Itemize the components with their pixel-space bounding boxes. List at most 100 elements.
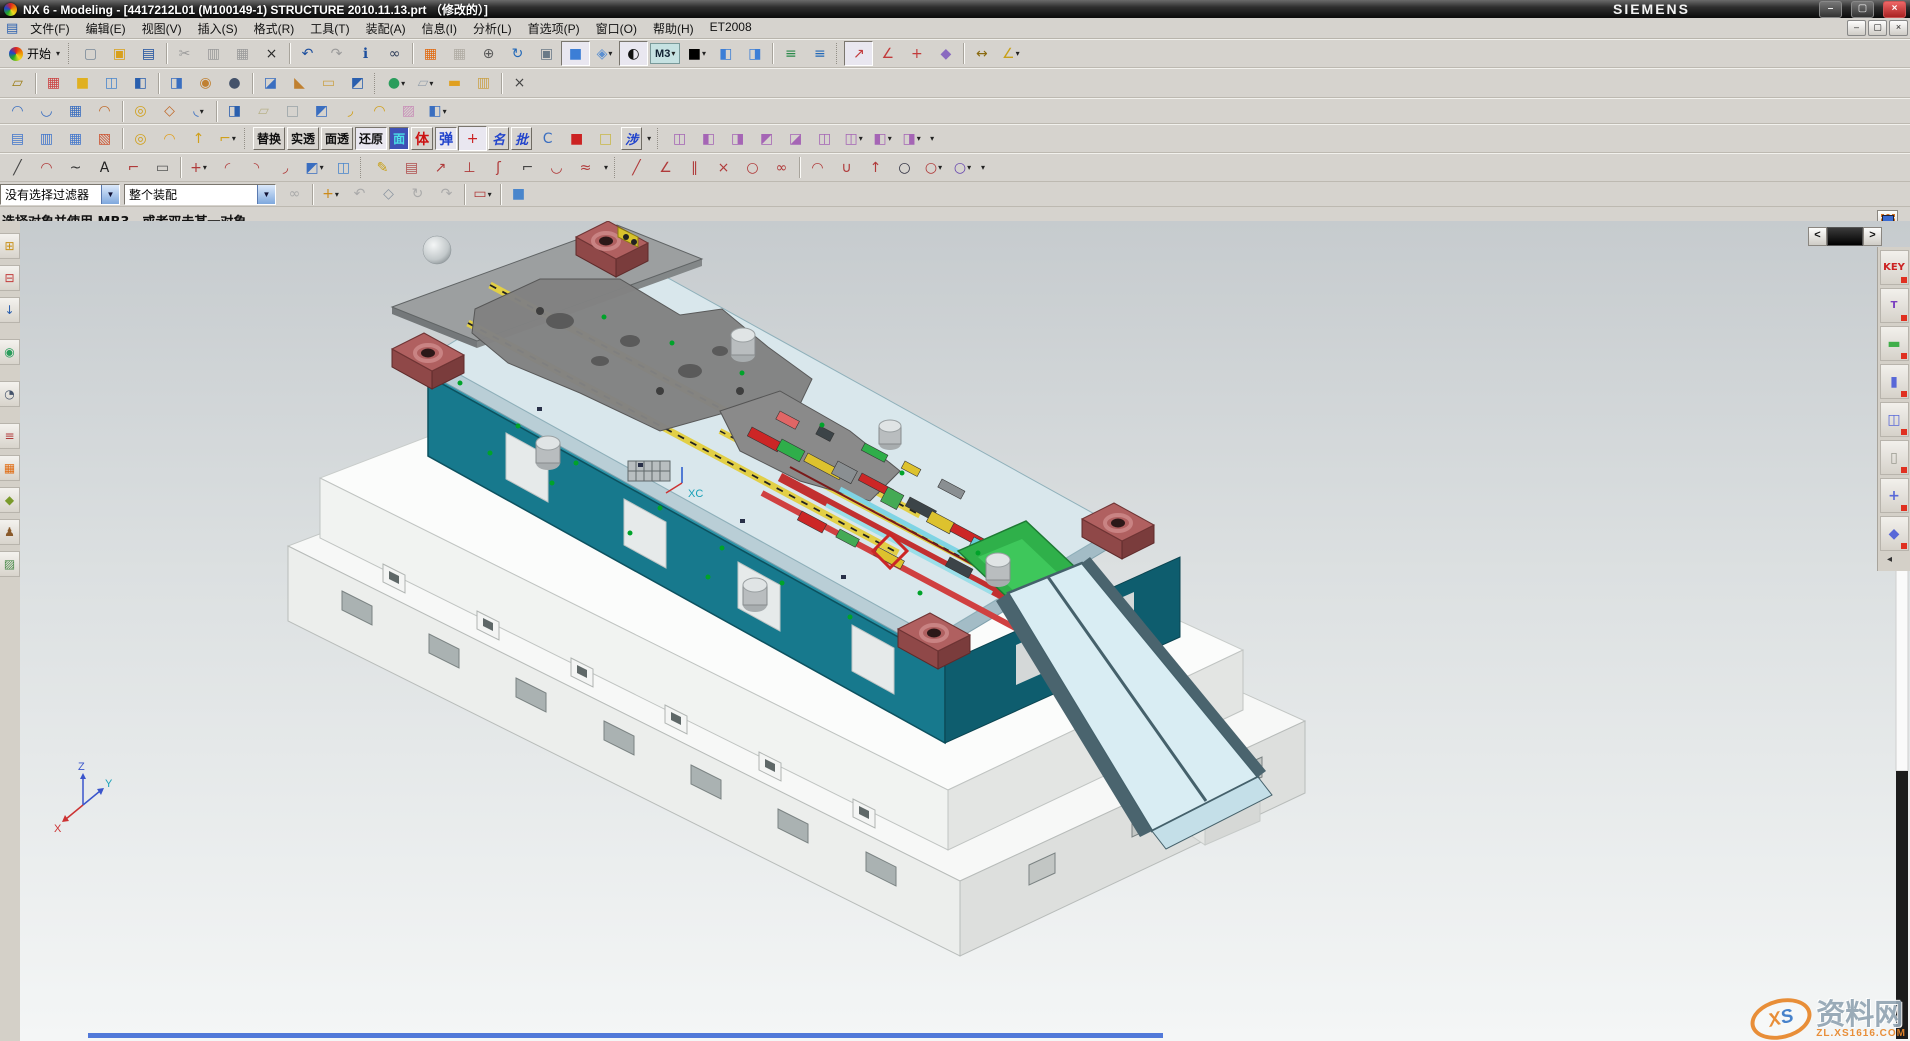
chevron-down-icon[interactable]: ▾: [938, 163, 942, 172]
cross-line-button[interactable]: ×: [709, 155, 738, 180]
chevron-down-icon[interactable]: ▾: [608, 49, 612, 58]
four-point-surface-button[interactable]: ▤: [3, 126, 32, 151]
collapse-palette-button[interactable]: ◂: [1887, 554, 1901, 568]
palettes-tab[interactable]: ≡: [0, 423, 20, 449]
visualization-tab[interactable]: ◆: [0, 487, 20, 513]
through-curve-mesh-button[interactable]: ▦: [61, 99, 90, 124]
arc-segment-button[interactable]: ◠: [803, 155, 832, 180]
cad-viewport-svg[interactable]: XC Z Y X: [20, 221, 1910, 1041]
offset-surface-button[interactable]: ◟▾: [184, 99, 213, 124]
paste-button[interactable]: ▦: [228, 41, 257, 66]
shaded-view-button[interactable]: ■: [561, 41, 590, 66]
bend-sheet-button[interactable]: ◠: [155, 126, 184, 151]
show-only-button[interactable]: ◨: [740, 41, 769, 66]
punch-part-button[interactable]: ▯: [1880, 440, 1909, 475]
green-part-button[interactable]: ▬: [1880, 326, 1909, 361]
chevron-down-icon[interactable]: ▾: [429, 79, 433, 88]
pan-view-button[interactable]: ↷: [432, 182, 461, 207]
standard-views-button[interactable]: ▦: [416, 41, 445, 66]
assembly-navigator-tab[interactable]: ⊞: [0, 233, 20, 259]
select-component-button[interactable]: ◨: [723, 126, 752, 151]
through-curves-button[interactable]: ◡: [32, 99, 61, 124]
screw-part-button[interactable]: +: [1880, 478, 1909, 513]
find-component-button[interactable]: ∞: [380, 41, 409, 66]
block-part-button[interactable]: ◆: [1880, 516, 1909, 551]
delete-component-button[interactable]: ◫▾: [839, 126, 868, 151]
corner-curve-button[interactable]: ⌐: [513, 155, 542, 180]
chevron-down-icon[interactable]: ▾: [232, 134, 236, 143]
chevron-down-icon[interactable]: ▾: [1016, 49, 1020, 58]
chevron-down-icon[interactable]: ▼: [101, 185, 119, 204]
text-curve-button[interactable]: A: [90, 155, 119, 180]
replace-component-button[interactable]: ◩: [752, 126, 781, 151]
rendering-style-button[interactable]: ◐: [619, 41, 648, 66]
menu-item-1[interactable]: 文件(F): [22, 19, 77, 38]
t-post-tool-button[interactable]: T: [1880, 288, 1909, 323]
menu-item-8[interactable]: 信息(I): [414, 19, 465, 38]
instance-geometry-button[interactable]: ×: [505, 71, 534, 96]
name-tool-button[interactable]: 名: [488, 127, 509, 150]
vent-grid[interactable]: [628, 461, 670, 481]
untrim-button[interactable]: ▱: [249, 99, 278, 124]
chevron-down-icon[interactable]: ▾: [488, 190, 492, 199]
menu-item-11[interactable]: 窗口(O): [588, 19, 645, 38]
rectangle-button[interactable]: ▭: [148, 155, 177, 180]
redo-button[interactable]: ↷: [322, 41, 351, 66]
roles-tab[interactable]: ♟: [0, 519, 20, 545]
vertical-scrollbar[interactable]: [1896, 541, 1908, 1039]
chevron-down-icon[interactable]: ▾: [200, 107, 204, 116]
part-navigator-tab[interactable]: ↓: [0, 297, 20, 323]
law-extension-button[interactable]: ◞: [336, 99, 365, 124]
window-button[interactable]: ▦: [445, 41, 474, 66]
rectangle-select-button[interactable]: ▭▾: [468, 182, 497, 207]
graphics-window[interactable]: XC Z Y X: [20, 221, 1910, 1041]
control-point-button[interactable]: ◆: [931, 41, 960, 66]
parallel-line-button[interactable]: ∥: [680, 155, 709, 180]
cylinder-button[interactable]: ◫: [97, 71, 126, 96]
pattern-component-button[interactable]: ◪: [781, 126, 810, 151]
show-shaded-toggle-button[interactable]: ◇: [374, 182, 403, 207]
menu-item-3[interactable]: 视图(V): [134, 19, 190, 38]
menu-item-5[interactable]: 格式(R): [246, 19, 303, 38]
ellipse-button[interactable]: ○▾: [948, 155, 977, 180]
replace-button[interactable]: 替换: [253, 127, 285, 150]
toolbar-grip[interactable]: [374, 73, 378, 94]
combine-curve-button[interactable]: ◫: [329, 155, 358, 180]
edge-blend-button[interactable]: ◪: [256, 71, 285, 96]
chevron-down-icon[interactable]: ▾: [401, 79, 405, 88]
spring-tool-button[interactable]: 弹: [435, 127, 457, 150]
datum-plane-button[interactable]: ▦: [39, 71, 68, 96]
restore-button[interactable]: ▢: [1851, 1, 1874, 18]
circle-dashed-button[interactable]: ○▾: [919, 155, 948, 180]
scroll-track[interactable]: [1827, 227, 1863, 246]
scroll-right-button[interactable]: >: [1863, 227, 1882, 246]
boolean-unite-button[interactable]: ◧: [126, 71, 155, 96]
copy-button[interactable]: ▥: [199, 41, 228, 66]
center-cross-button[interactable]: +: [458, 126, 487, 151]
enlarge-sheet-button[interactable]: ◠: [365, 99, 394, 124]
open-button[interactable]: ▣: [105, 41, 134, 66]
sheet-flatten-button[interactable]: ▧: [90, 126, 119, 151]
reuse-library-tab[interactable]: ◉: [0, 339, 20, 365]
edit-angle-button[interactable]: ∠: [651, 155, 680, 180]
fit-view-button[interactable]: ▣: [532, 41, 561, 66]
menu-item-4[interactable]: 插入(S): [190, 19, 246, 38]
view-layout-combo[interactable]: M3▾: [650, 43, 680, 64]
mid-point-button[interactable]: +: [902, 41, 931, 66]
snap-point-button[interactable]: ↗: [844, 41, 873, 66]
face-transparent-button[interactable]: 面透: [321, 127, 353, 150]
bracket-button[interactable]: ⌐▾: [213, 126, 242, 151]
point-set-button[interactable]: ●▾: [382, 71, 411, 96]
toolbar-grip[interactable]: [836, 43, 840, 64]
chevron-down-icon[interactable]: ▾: [888, 134, 892, 143]
smooth-spline-button[interactable]: ʃ: [484, 155, 513, 180]
trim-curve-button[interactable]: ◝: [242, 155, 271, 180]
toolbar-grip[interactable]: [360, 157, 364, 178]
assembly-constraints-button[interactable]: ◧: [694, 126, 723, 151]
u-curve-button[interactable]: ∪: [832, 155, 861, 180]
point-button[interactable]: +▾: [184, 155, 213, 180]
edit-with-rollback-button[interactable]: ▤: [397, 155, 426, 180]
shell-button[interactable]: ▭: [314, 71, 343, 96]
trim-body-button[interactable]: ◩: [343, 71, 372, 96]
menu-item-12[interactable]: 帮助(H): [645, 19, 702, 38]
